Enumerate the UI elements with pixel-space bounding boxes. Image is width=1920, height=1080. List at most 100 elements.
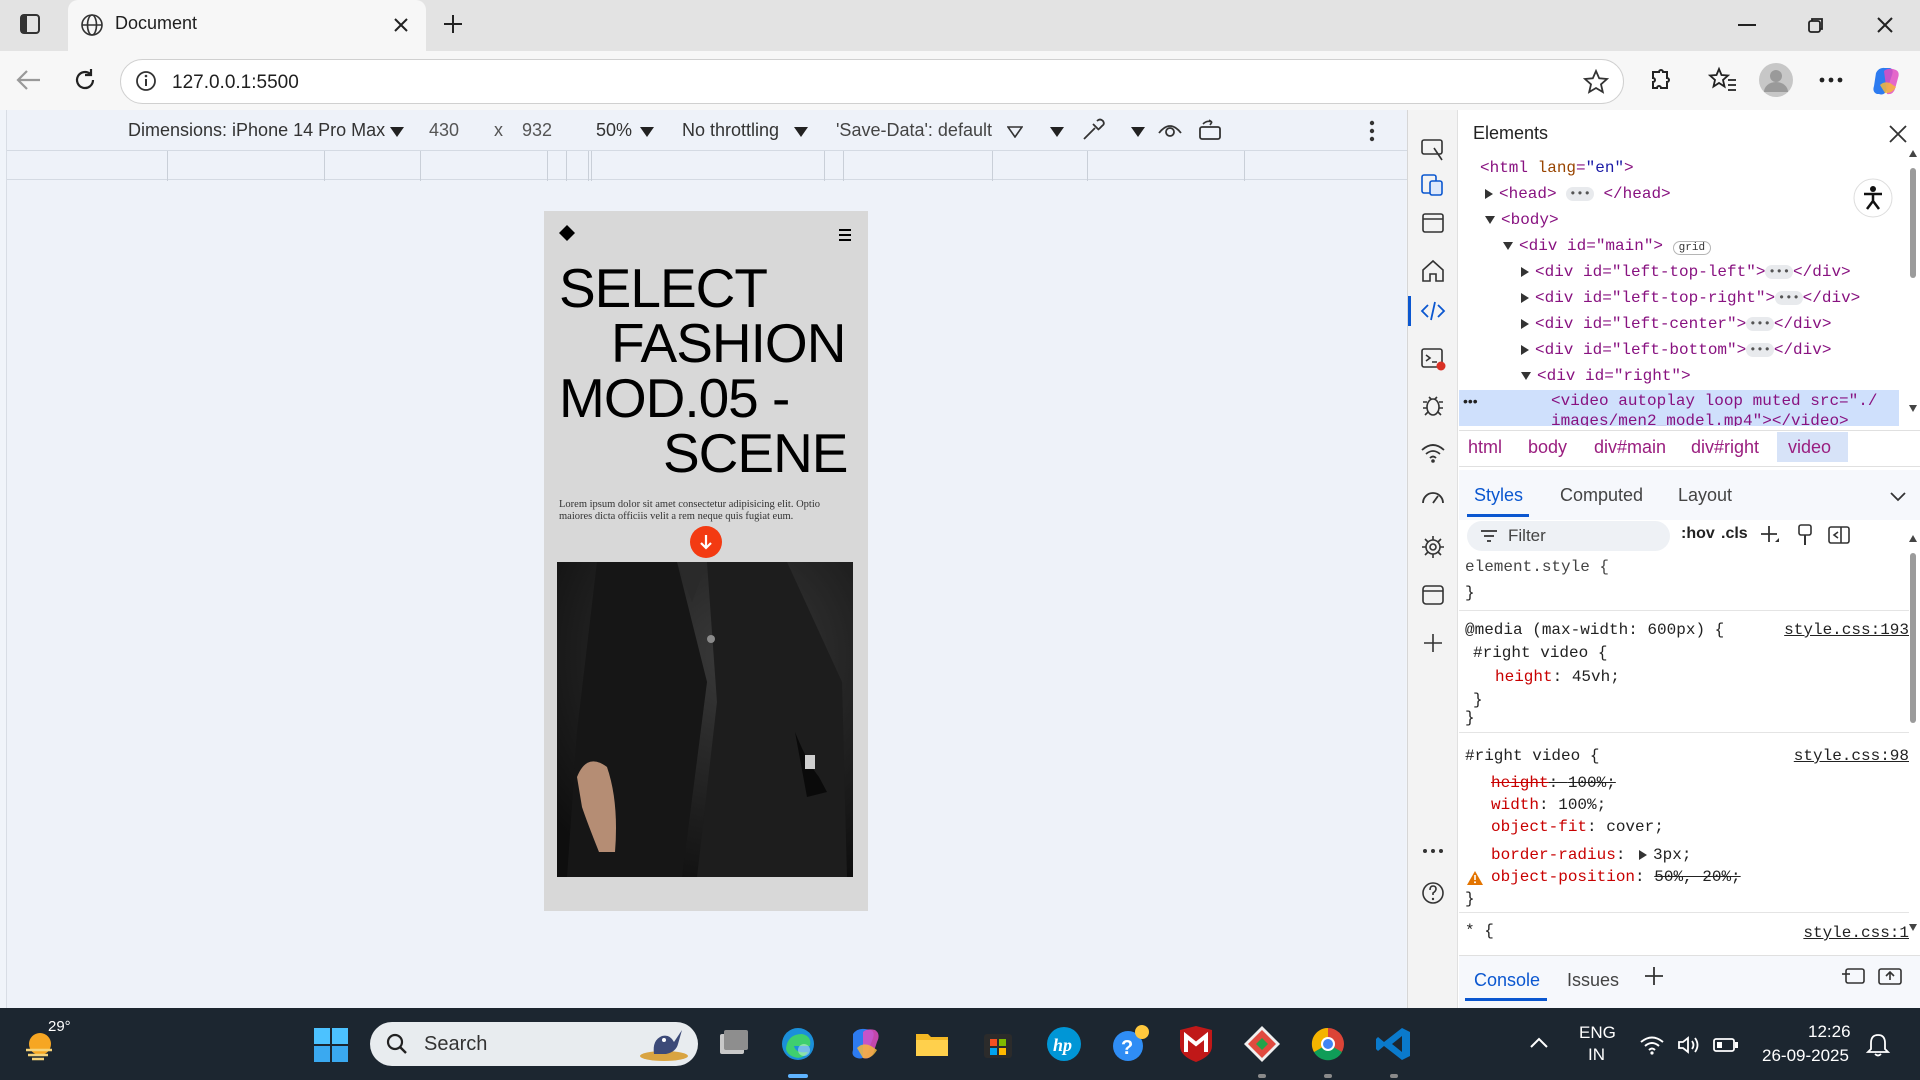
favorites-icon[interactable] — [1708, 66, 1738, 94]
close-tab-icon[interactable] — [392, 16, 410, 34]
zoom-select[interactable]: 50% — [596, 120, 632, 141]
notification-bell-icon[interactable] — [1865, 1032, 1891, 1058]
close-devtools-icon[interactable] — [1888, 124, 1908, 144]
hov-toggle[interactable]: :hov — [1681, 525, 1715, 543]
git-tool-icon[interactable] — [1242, 1024, 1282, 1064]
browser-tab[interactable]: Document — [68, 0, 426, 51]
dom-scrollbar[interactable] — [1908, 143, 1918, 423]
hamburger-menu-icon[interactable] — [838, 229, 852, 241]
volume-icon[interactable] — [1677, 1035, 1701, 1055]
undock-drawer-icon[interactable] — [1841, 966, 1867, 986]
more-tools-icon[interactable] — [1420, 838, 1446, 864]
caret-down-icon[interactable] — [1131, 127, 1145, 137]
wifi-icon[interactable] — [1640, 1035, 1664, 1055]
more-menu-icon[interactable] — [1819, 77, 1843, 83]
media-rule-selector[interactable]: #right video { — [1473, 644, 1607, 662]
application-icon[interactable] — [1420, 582, 1446, 608]
file-explorer-icon[interactable] — [912, 1024, 952, 1064]
clock-date[interactable]: 26-09-2025 — [1762, 1046, 1849, 1066]
favorite-star-icon[interactable] — [1583, 69, 1609, 95]
dom-node-html[interactable]: <html lang="en"> — [1480, 159, 1634, 177]
chevron-down-icon[interactable] — [1890, 492, 1906, 502]
dom-node-left-center[interactable]: <div id="left-center"> ••• </div> — [1521, 315, 1831, 333]
warning-icon[interactable] — [1466, 870, 1484, 886]
home-icon[interactable] — [1420, 258, 1446, 284]
declaration-object-position-invalid[interactable]: object-position: 50%, 20%; — [1491, 868, 1741, 886]
copilot-icon[interactable] — [1870, 65, 1902, 97]
breadcrumb-video[interactable]: video — [1788, 437, 1831, 458]
add-tool-icon[interactable] — [1420, 630, 1446, 656]
styles-filter-input[interactable]: Filter — [1467, 521, 1670, 551]
source-link-193[interactable]: style.css:193 — [1784, 621, 1909, 639]
dom-node-main[interactable]: <div id="main"> grid — [1503, 237, 1712, 255]
drawer-tab-console[interactable]: Console — [1474, 970, 1540, 991]
element-style-selector[interactable]: element.style { — [1465, 558, 1609, 576]
declaration-height-overridden[interactable]: height: 100%; — [1491, 774, 1616, 792]
width-input[interactable]: 430 — [429, 120, 459, 141]
profile-avatar[interactable] — [1759, 63, 1793, 97]
hp-icon[interactable]: hp — [1044, 1024, 1084, 1064]
edge-taskbar-icon[interactable] — [778, 1024, 818, 1064]
copilot-taskbar-icon[interactable] — [845, 1024, 885, 1064]
minimize-icon[interactable] — [1738, 23, 1756, 27]
dom-node-right[interactable]: <div id="right"> — [1521, 367, 1691, 385]
inspect-icon[interactable] — [1420, 136, 1446, 162]
device-more-icon[interactable] — [1369, 120, 1375, 142]
elements-icon[interactable] — [1420, 298, 1446, 324]
clock-time[interactable]: 12:26 — [1808, 1022, 1851, 1042]
taskbar-search[interactable]: Search — [370, 1022, 698, 1066]
scroll-down-button[interactable] — [690, 526, 722, 558]
get-help-icon[interactable]: ? — [1110, 1024, 1150, 1064]
store-icon[interactable] — [978, 1024, 1018, 1064]
bug-icon[interactable] — [1420, 392, 1446, 418]
accessibility-icon[interactable] — [1853, 178, 1893, 218]
new-tab-icon[interactable] — [441, 12, 465, 36]
universal-selector[interactable]: * { — [1465, 922, 1494, 940]
breadcrumb-right[interactable]: div#right — [1691, 437, 1759, 458]
add-drawer-tab-icon[interactable] — [1643, 965, 1665, 987]
rule-selector[interactable]: #right video { — [1465, 747, 1599, 765]
refresh-icon[interactable] — [72, 67, 98, 93]
mcafee-icon[interactable] — [1176, 1024, 1216, 1064]
network-wifi-icon[interactable] — [1420, 440, 1446, 466]
device-emulation-icon[interactable] — [1420, 172, 1446, 198]
help-icon[interactable] — [1420, 880, 1446, 906]
dom-node-body[interactable]: <body> — [1485, 211, 1559, 229]
dom-node-left-top-left[interactable]: <div id="left-top-left"> ••• </div> — [1521, 263, 1851, 281]
language-region[interactable]: IN — [1588, 1045, 1605, 1065]
dom-node-video-selected[interactable]: ••• <video autoplay loop muted src="./ i… — [1459, 390, 1899, 426]
tab-computed[interactable]: Computed — [1560, 485, 1643, 506]
cls-toggle[interactable]: .cls — [1721, 525, 1748, 543]
welcome-icon[interactable] — [1420, 210, 1446, 236]
performance-icon[interactable] — [1420, 486, 1446, 512]
address-bar[interactable]: 127.0.0.1:5500 — [120, 59, 1624, 104]
restore-icon[interactable] — [1807, 16, 1825, 34]
new-style-rule-icon[interactable] — [1759, 524, 1781, 546]
toggle-sidebar-icon[interactable] — [1827, 524, 1851, 546]
grid-badge[interactable]: grid — [1672, 241, 1712, 255]
caret-down-icon[interactable] — [390, 127, 404, 137]
rotate-device-icon[interactable] — [1197, 118, 1223, 142]
url-text[interactable]: 127.0.0.1:5500 — [172, 72, 299, 94]
eyedropper-icon[interactable] — [1080, 117, 1106, 143]
eye-icon[interactable] — [1157, 119, 1183, 141]
sidebar-toggle-icon[interactable] — [19, 13, 41, 35]
media-declaration[interactable]: height: 45vh; — [1495, 668, 1620, 686]
dom-ellipsis-icon[interactable]: ••• — [1463, 393, 1478, 409]
battery-icon[interactable] — [1713, 1037, 1739, 1053]
paint-brush-icon[interactable] — [1796, 523, 1816, 547]
dimensions-select[interactable]: Dimensions: iPhone 14 Pro Max — [128, 120, 385, 141]
start-windows-icon[interactable] — [314, 1028, 348, 1062]
source-link-98[interactable]: style.css:98 — [1794, 747, 1909, 765]
diamond-logo-icon[interactable] — [559, 225, 575, 241]
chevron-up-icon[interactable] — [1530, 1036, 1548, 1048]
media-query-ruler[interactable] — [7, 150, 1407, 181]
close-drawer-icon[interactable] — [1877, 966, 1903, 986]
caret-down-icon[interactable] — [640, 127, 654, 137]
extensions-icon[interactable] — [1647, 66, 1675, 94]
height-input[interactable]: 932 — [522, 120, 552, 141]
close-window-icon[interactable] — [1876, 16, 1894, 34]
console-icon[interactable] — [1420, 346, 1446, 372]
dom-node-left-bottom[interactable]: <div id="left-bottom"> ••• </div> — [1521, 341, 1831, 359]
breadcrumb-body[interactable]: body — [1528, 437, 1567, 458]
